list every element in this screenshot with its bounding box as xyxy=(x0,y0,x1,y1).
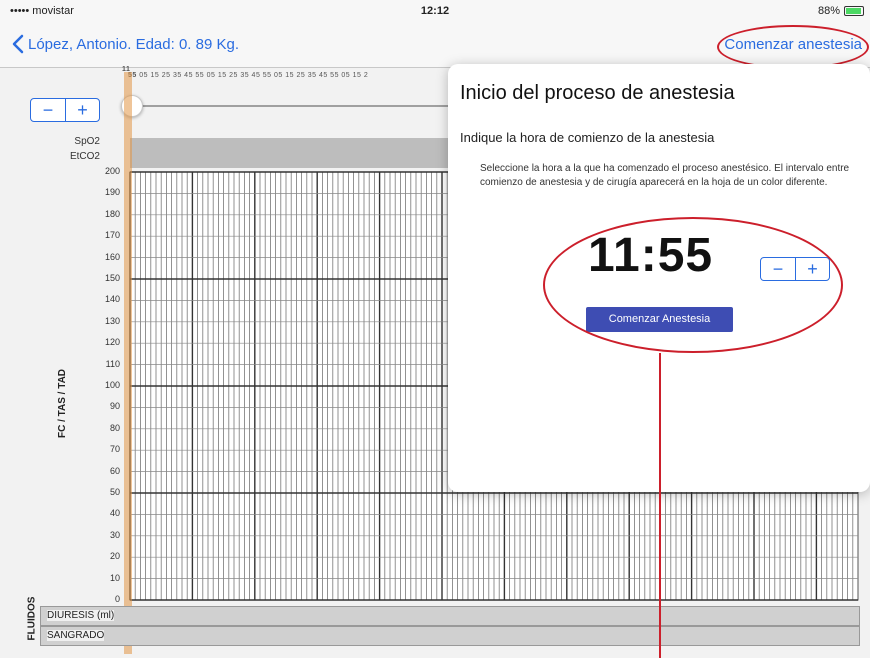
y-tick-label: 60 xyxy=(109,465,120,476)
y-tick-label: 70 xyxy=(109,444,120,455)
y-tick-label: 20 xyxy=(109,551,120,562)
zoom-plus-button[interactable]: + xyxy=(65,99,99,121)
y-tick-label: 100 xyxy=(104,380,120,390)
fluids-title: FLUIDOS xyxy=(26,596,38,641)
timeline-slider-track[interactable] xyxy=(130,105,460,107)
patient-title: López, Antonio. Edad: 0. 89 Kg. xyxy=(28,35,239,53)
sangrado-label: SANGRADO xyxy=(47,630,105,641)
y-tick-label: 90 xyxy=(109,401,120,412)
time-stepper[interactable]: − + xyxy=(760,257,830,281)
start-anesthesia-button[interactable]: Comenzar Anestesia xyxy=(586,307,733,332)
start-anesthesia-nav-button[interactable]: Comenzar anestesia xyxy=(724,36,862,53)
y-tick-label: 140 xyxy=(104,294,120,305)
y-tick-label: 190 xyxy=(104,187,120,198)
timeline-minute-ticks: 05 15 25 35 45 55 05 15 25 35 45 55 05 1… xyxy=(139,72,369,79)
y-tick-label: 50 xyxy=(109,487,120,497)
battery-icon xyxy=(844,6,864,16)
y-tick-label: 0 xyxy=(114,594,120,604)
y-tick-label: 170 xyxy=(104,230,120,241)
time-plus-button[interactable]: + xyxy=(795,258,829,280)
chevron-left-icon xyxy=(12,34,24,54)
y-tick-label: 200 xyxy=(104,166,120,176)
navigation-bar: López, Antonio. Edad: 0. 89 Kg. Comenzar… xyxy=(0,22,870,68)
popover-title: Inicio del proceso de anestesia xyxy=(460,82,735,104)
start-time-display: 11:55 xyxy=(588,229,714,282)
y-tick-label: 40 xyxy=(109,508,120,519)
diuresis-label: DIURESIS (ml) xyxy=(47,610,115,621)
y-tick-label: 160 xyxy=(104,251,120,262)
y-tick-label: 120 xyxy=(104,337,120,348)
sangrado-row[interactable]: SANGRADO xyxy=(40,626,860,646)
popover-subtitle: Indique la hora de comienzo de la aneste… xyxy=(460,130,715,145)
y-tick-label: 180 xyxy=(104,208,120,219)
y-tick-label: 30 xyxy=(109,529,120,540)
y-tick-label: 80 xyxy=(109,422,120,433)
zoom-minus-button[interactable]: − xyxy=(31,99,65,121)
timeline-ticks: 11 55 05 15 25 35 45 55 05 15 25 35 45 5… xyxy=(122,66,369,79)
y-axis-title: FC / TAS / TAD xyxy=(57,368,69,439)
status-clock: 12:12 xyxy=(420,5,450,17)
annotation-pointer-line xyxy=(659,353,661,658)
y-tick-label: 110 xyxy=(105,358,120,369)
zoom-stepper[interactable]: − + xyxy=(30,98,100,122)
etco2-label: EtCO2 xyxy=(69,151,100,162)
spo2-label: SpO2 xyxy=(74,136,100,147)
popover-description: Seleccione la hora a la que ha comenzado… xyxy=(480,163,850,188)
back-button[interactable]: López, Antonio. Edad: 0. 89 Kg. xyxy=(12,34,239,54)
battery-percent: 88% xyxy=(817,5,840,17)
status-bar: ••••• movistar 12:12 88% xyxy=(0,0,870,22)
diuresis-row[interactable]: DIURESIS (ml) xyxy=(40,606,860,626)
y-tick-label: 150 xyxy=(104,273,120,283)
start-time-marker xyxy=(124,72,132,654)
y-tick-label: 130 xyxy=(104,315,120,326)
time-minus-button[interactable]: − xyxy=(761,258,795,280)
y-tick-label: 10 xyxy=(109,572,120,583)
